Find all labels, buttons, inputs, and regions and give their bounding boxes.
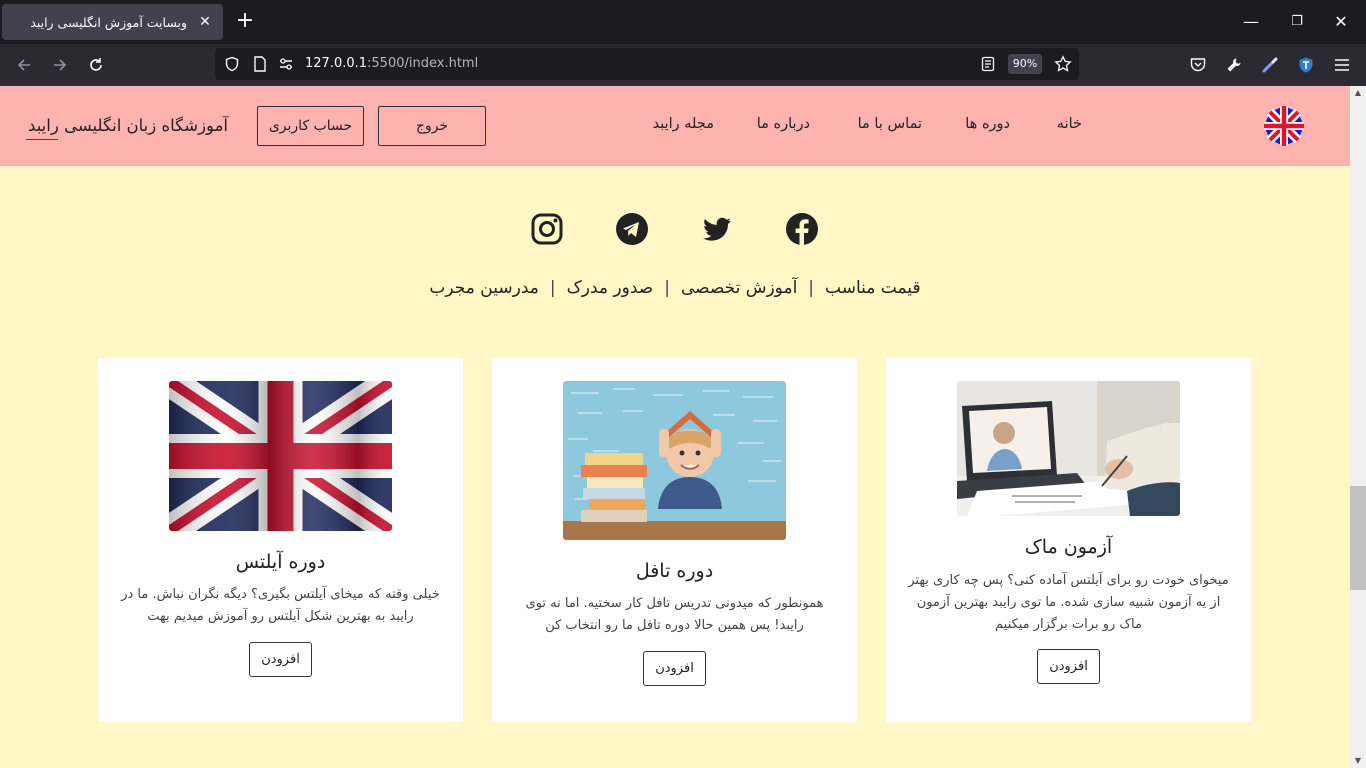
reload-icon[interactable] [84, 53, 108, 77]
feature-separator: | [664, 278, 670, 298]
card-text: میخوای خودت رو برای آیلتس آماده کنی؟ پس … [908, 573, 1229, 632]
nav-about[interactable]: درباره ما [757, 116, 810, 132]
permissions-icon[interactable] [277, 55, 295, 73]
card-title: دوره آیلتس [235, 551, 326, 573]
feature-item: صدور مدرک [566, 278, 654, 298]
card-title: دوره تافل [635, 560, 714, 582]
account-button[interactable]: حساب کاربری [257, 106, 364, 146]
feature-item: آموزش تخصصی [680, 278, 798, 298]
instagram-icon[interactable] [530, 212, 564, 246]
nav-contact[interactable]: تماس با ما [858, 116, 922, 132]
card-text: همونطور که میدونی تدریس تافل کار سختیه. … [525, 596, 824, 633]
browser-tab[interactable]: وبسایت آموزش انگلیسی رایبد ✕ [2, 4, 223, 40]
restore-icon[interactable]: ❐ [1284, 10, 1310, 34]
minimize-icon[interactable]: — [1238, 10, 1264, 34]
site-brand[interactable]: آموزشگاه زبان انگلیسی رایبد [28, 116, 228, 135]
address-bar[interactable]: 127.0.0.1:5500/index.html 90% [215, 48, 1079, 80]
feature-separator: | [808, 278, 815, 298]
tab-title: وبسایت آموزش انگلیسی رایبد [30, 14, 187, 30]
site-header: آموزشگاه زبان انگلیسی رایبد حساب کاربری … [0, 86, 1350, 166]
new-tab-button[interactable]: + [234, 10, 256, 34]
reader-view-icon[interactable] [979, 55, 997, 73]
color-picker-icon[interactable] [1260, 55, 1280, 75]
tab-close-icon[interactable]: ✕ [197, 14, 213, 30]
site-logo[interactable] [1261, 104, 1307, 148]
logout-button[interactable]: خروج [378, 106, 486, 146]
boy-with-books-photo [563, 381, 786, 540]
card-text: خیلی وقته که میخای آیلتس بگیری؟ دیگه نگر… [121, 587, 440, 624]
facebook-icon[interactable] [785, 212, 819, 246]
shield-icon[interactable] [223, 55, 241, 73]
twitter-icon[interactable] [700, 212, 734, 246]
card-title: آزمون ماک [1024, 536, 1113, 558]
forward-icon[interactable] [48, 53, 72, 77]
back-icon[interactable] [12, 53, 36, 77]
bookmark-star-icon[interactable] [1053, 54, 1073, 74]
scroll-down-icon[interactable]: ▼ [1350, 754, 1366, 768]
window-close-icon[interactable]: ✕ [1328, 10, 1354, 34]
scroll-up-icon[interactable]: ▲ [1350, 86, 1366, 100]
wrench-icon[interactable] [1224, 55, 1244, 75]
nav-courses[interactable]: دوره ها [965, 116, 1010, 132]
feature-item: مدرسین مجرب [429, 278, 539, 298]
page-icon[interactable] [251, 55, 269, 73]
add-course-button[interactable]: افزودن [643, 651, 706, 686]
feature-item: قیمت مناسب [825, 278, 921, 298]
course-card-toefl: دوره تافل همونطور که میدونی تدریس تافل ک… [492, 358, 857, 722]
pocket-icon[interactable] [1188, 55, 1208, 75]
page-scrollbar[interactable] [1350, 86, 1366, 768]
uk-flag-photo [169, 381, 392, 531]
course-card-mock: آزمون ماک میخوای خودت رو برای آیلتس آماد… [886, 358, 1251, 722]
scrollbar-thumb[interactable] [1350, 486, 1366, 590]
brand-underline [26, 139, 58, 140]
extension-shield-icon[interactable] [1296, 55, 1316, 75]
telegram-icon[interactable] [615, 212, 649, 246]
feature-separator: | [549, 278, 556, 298]
url-text[interactable]: 127.0.0.1:5500/index.html [305, 56, 478, 71]
laptop-video-call-photo [957, 381, 1180, 516]
url-host: 127.0.0.1 [305, 56, 368, 71]
zoom-level-badge[interactable]: 90% [1008, 54, 1042, 74]
features-line: قیمت مناسب | آموزش تخصصی | صدور مدرک | مدرسین … [0, 278, 1350, 298]
add-course-button[interactable]: افزودن [249, 642, 312, 677]
add-course-button[interactable]: افزودن [1037, 649, 1100, 684]
nav-magazine[interactable]: مجله رایبد [653, 116, 714, 132]
url-path: :5500/index.html [367, 56, 479, 71]
hamburger-menu-icon[interactable] [1332, 55, 1352, 75]
nav-home[interactable]: خانه [1057, 116, 1082, 132]
course-card-ielts: دوره آیلتس خیلی وقته که میخای آیلتس بگیر… [98, 358, 463, 722]
browser-tabstrip: وبسایت آموزش انگلیسی رایبد ✕ + — ❐ ✕ [0, 0, 1366, 44]
page-viewport: آموزشگاه زبان انگلیسی رایبد حساب کاربری … [0, 86, 1350, 768]
